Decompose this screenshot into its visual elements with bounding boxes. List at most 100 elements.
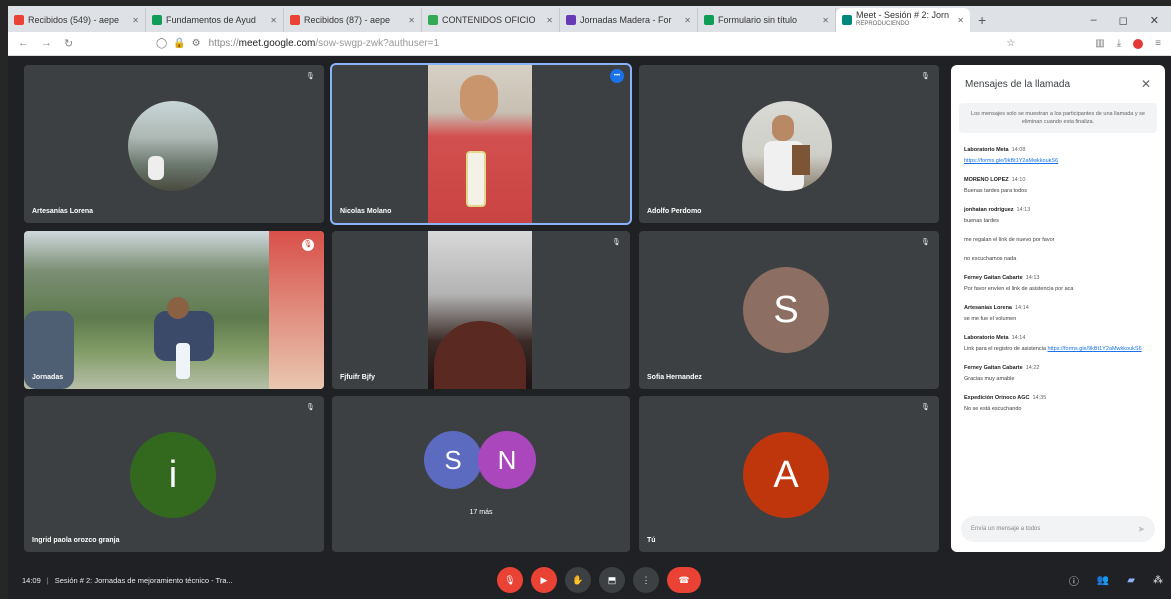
url-field[interactable]: https://meet.google.com/sow-swgp-zwk?aut… (209, 38, 439, 49)
overflow-count: 17 más (469, 509, 493, 516)
message-time: 14:10 (1011, 177, 1026, 183)
camera-toggle-button[interactable]: ▶ (531, 567, 557, 593)
participant-tile[interactable]: S 🎙 Sofia Hernandez (639, 231, 939, 389)
gmail-icon (290, 15, 300, 25)
participant-photo (128, 101, 218, 191)
lock-icon[interactable]: 🔒 (173, 38, 185, 49)
new-tab-button[interactable]: + (970, 8, 994, 32)
message-time: 14:13 (1016, 207, 1031, 213)
participant-avatar: S (424, 431, 482, 489)
url-domain: meet.google.com (238, 38, 316, 49)
menu-icon[interactable]: ≡ (1155, 38, 1161, 49)
reload-icon[interactable]: ↻ (64, 37, 73, 50)
message-text: se me fue el volumen (964, 316, 1017, 322)
chat-input-placeholder: Envía un mensaje a todos (971, 526, 1041, 532)
extension-icon[interactable] (1133, 38, 1144, 49)
browser-tab[interactable]: Recibidos (87) - aepe ✕ (284, 8, 422, 32)
speaking-indicator-icon: ••• (610, 69, 624, 83)
sender-name: MORENO LOPEZ (964, 177, 1009, 183)
browser-tab-active[interactable]: Meet - Sesión # 2: Jorn REPRODUCIENDO ✕ (836, 8, 970, 32)
participant-name: Artesanías Lorena (32, 208, 94, 215)
back-icon[interactable]: ← (18, 37, 29, 50)
close-icon[interactable]: ✕ (543, 16, 553, 25)
close-icon[interactable]: ✕ (267, 16, 277, 25)
close-icon[interactable]: ✕ (954, 16, 964, 25)
mic-off-icon: 🎙 (921, 404, 930, 411)
chat-message: Artesanías Lorena 14:14 se me fue el volu… (964, 305, 1152, 323)
message-text: Por favor envíen el link de asistencia p… (964, 286, 1074, 292)
clock-time: 14:09 (22, 575, 41, 585)
bookmark-star-icon[interactable]: ☆ (1006, 38, 1015, 49)
participant-tile[interactable]: 🎙 Jornadas (24, 231, 324, 389)
chat-title: Mensajes de la llamada (965, 78, 1071, 90)
participant-tile[interactable]: 🎙 Fjfuifr Bjfy (332, 231, 630, 389)
close-icon[interactable]: ✕ (819, 16, 829, 25)
close-icon[interactable]: ✕ (681, 16, 691, 25)
participant-tile[interactable]: 🎙 Artesanías Lorena (24, 65, 324, 223)
url-scheme: https:// (208, 38, 239, 49)
participant-avatar: i (130, 432, 216, 518)
message-time: 14:08 (1011, 147, 1026, 153)
browser-tab[interactable]: Recibidos (549) - aepe ✕ (8, 8, 146, 32)
participant-name: Fjfuifr Bjfy (340, 374, 375, 381)
message-time: 14:35 (1032, 395, 1047, 401)
meet-icon (842, 15, 852, 25)
avatar-initial: S (773, 288, 799, 331)
gmail-icon (14, 15, 24, 25)
chat-panel: Mensajes de la llamada ✕ Los mensajes so… (951, 65, 1165, 552)
browser-tab-bar: Recibidos (549) - aepe ✕ Fundamentos de A… (8, 6, 1171, 32)
raise-hand-button[interactable]: ✋ (565, 567, 591, 593)
participant-tile[interactable]: i 🎙 Ingrid paola orozco granja (24, 396, 324, 552)
message-link[interactable]: https://forms.gle/9kBt1Y2aMwkkoukS6 (1047, 346, 1141, 352)
mic-off-icon: 🎙 (306, 404, 315, 411)
browser-tab[interactable]: Jornadas Madera - For ✕ (560, 8, 698, 32)
leave-call-button[interactable]: ☎ (667, 567, 701, 593)
tab-audio-status: REPRODUCIENDO (856, 21, 910, 27)
chat-input[interactable]: Envía un mensaje a todos ➤ (961, 516, 1155, 542)
participant-video (24, 231, 324, 389)
minimize-icon[interactable]: – (1091, 14, 1097, 26)
people-icon[interactable]: 👥 (1097, 575, 1109, 586)
maximize-icon[interactable]: ◻ (1119, 14, 1128, 27)
tab-label: Formulario sin título (718, 15, 798, 25)
message-text: me regalan el link de nuevo por favor (964, 237, 1055, 243)
library-icon[interactable]: ▥ (1095, 38, 1104, 49)
url-path: /sow-swgp-zwk?authuser=1 (315, 38, 440, 49)
message-text: Buenas tardes para todos (964, 188, 1027, 194)
participant-tile-speaking[interactable]: ••• Nicolas Molano (330, 63, 632, 225)
present-button[interactable]: ⬒ (599, 567, 625, 593)
participant-tile-self[interactable]: A 🎙 Tú (639, 396, 939, 552)
participant-overflow-tile[interactable]: S N 17 más (332, 396, 630, 552)
download-icon[interactable]: ⤓ (1117, 38, 1121, 49)
shield-icon[interactable]: ◯ (156, 38, 167, 49)
browser-tab[interactable]: Fundamentos de Ayud ✕ (146, 8, 284, 32)
participant-name: Jornadas (32, 374, 64, 381)
message-text: no escuchamos nada (964, 256, 1017, 262)
chat-message: Laboratorio Meta 14:08 https://forms.gle/… (964, 147, 1152, 165)
avatar-initial: A (773, 453, 799, 496)
info-icon[interactable]: ⓘ (1069, 573, 1079, 588)
microphone-toggle-button[interactable]: 🎙 (497, 567, 523, 593)
close-icon[interactable]: ✕ (405, 16, 415, 25)
meeting-info: 14:09 | Sesión # 2: Jornadas de mejoramien… (22, 575, 233, 585)
more-options-button[interactable]: ⋮ (633, 567, 659, 593)
close-icon[interactable]: ✕ (129, 16, 139, 25)
send-icon[interactable]: ➤ (1137, 524, 1145, 535)
message-link[interactable]: https://forms.gle/9kBt1Y2aMwkkoukS6 (964, 158, 1058, 164)
mic-off-icon: 🎙 (302, 239, 314, 251)
meet-stage: 🎙 Artesanías Lorena ••• Nicolas Molano 🎙… (8, 56, 1171, 599)
mic-off-icon: 🎙 (612, 239, 621, 246)
message-text: buenas tardes (964, 218, 999, 224)
sheets-icon (704, 15, 714, 25)
browser-tab[interactable]: Formulario sin título ✕ (698, 8, 836, 32)
participant-photo (742, 101, 832, 191)
browser-tab[interactable]: CONTENIDOS OFICIO ✕ (422, 8, 560, 32)
sender-name: Artesanías Lorena (964, 305, 1012, 311)
close-icon[interactable]: ✕ (1141, 77, 1151, 91)
participant-tile[interactable]: 🎙 Adolfo Perdomo (639, 65, 939, 223)
forward-icon[interactable]: → (41, 37, 52, 50)
close-window-icon[interactable]: ✕ (1150, 14, 1159, 27)
chat-icon[interactable]: ▰ (1127, 575, 1135, 586)
activities-icon[interactable]: ⁂ (1153, 575, 1163, 586)
permissions-icon[interactable]: ⚙ (192, 38, 201, 49)
